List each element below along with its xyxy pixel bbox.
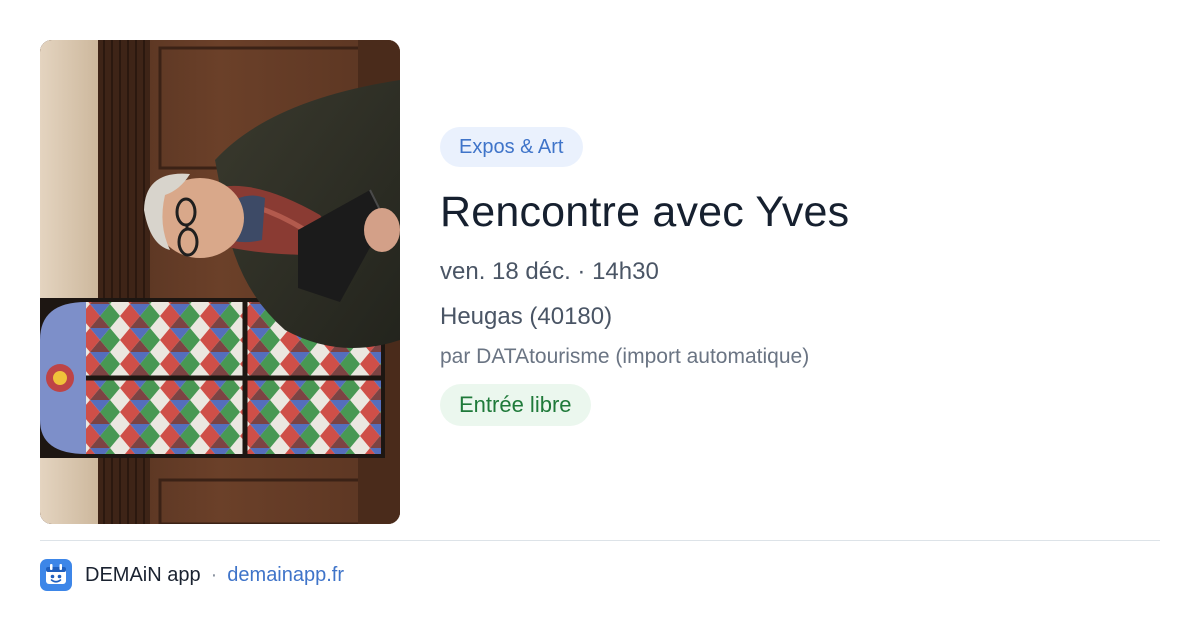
event-location: Heugas (40180) [440,303,613,330]
demain-app-logo-icon [40,559,72,591]
event-info: Expos & Art Rencontre avec Yves ven. 18 … [440,127,1160,426]
event-datetime: ven. 18 déc. · 14h30 [440,258,659,285]
app-name: DEMAiN app [85,563,201,586]
footer-divider [40,540,1160,541]
category-badge: Expos & Art [440,127,583,167]
price-badge: Entrée libre [440,384,591,426]
app-website-link[interactable]: demainapp.fr [227,564,344,587]
footer-separator: · [210,563,218,586]
event-title: Rencontre avec Yves [440,188,850,236]
footer: DEMAiN app · demainapp.fr [40,558,344,592]
event-photo [40,40,400,524]
event-source: par DATAtourisme (import automatique) [440,345,810,368]
event-share-card: Expos & Art Rencontre avec Yves ven. 18 … [0,0,1200,630]
